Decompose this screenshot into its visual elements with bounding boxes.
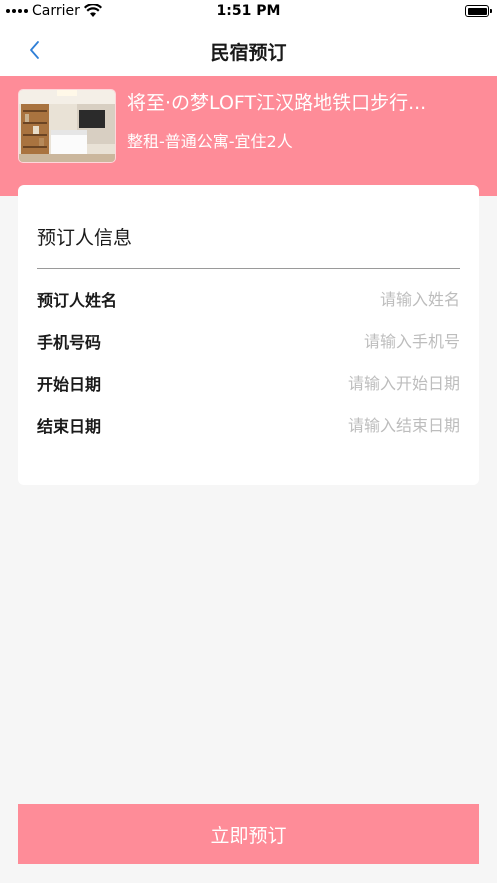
- end-date-input[interactable]: [240, 415, 460, 435]
- name-row: 预订人姓名: [37, 284, 460, 314]
- listing-title: 将至·の梦LOFT江汉路地铁口步行...: [127, 92, 427, 114]
- room-photo-image: [19, 90, 115, 162]
- phone-row: 手机号码: [37, 326, 460, 356]
- phone-input[interactable]: [240, 331, 460, 351]
- listing-thumbnail: [18, 89, 116, 163]
- start-date-row: 开始日期: [37, 368, 460, 398]
- nav-bar: 民宿预订: [0, 24, 497, 76]
- page-title: 民宿预订: [210, 42, 287, 64]
- start-date-label: 开始日期: [37, 375, 102, 394]
- book-now-button[interactable]: 立即预订: [18, 804, 479, 864]
- name-label: 预订人姓名: [37, 291, 118, 310]
- battery-icon: [465, 5, 492, 17]
- listing-subtitle: 整租-普通公寓-宜住2人: [127, 132, 293, 151]
- status-bar: Carrier 1:51 PM: [0, 0, 497, 24]
- name-input[interactable]: [240, 289, 460, 309]
- end-date-label: 结束日期: [37, 417, 102, 436]
- listing-header: 将至·の梦LOFT江汉路地铁口步行... 整租-普通公寓-宜住2人: [0, 76, 497, 196]
- phone-label: 手机号码: [37, 333, 102, 352]
- end-date-row: 结束日期: [37, 410, 460, 440]
- section-title: 预订人信息: [37, 227, 133, 249]
- booker-info-card: 预订人信息 预订人姓名 手机号码 开始日期 结束日期: [18, 185, 479, 485]
- divider: [37, 268, 460, 269]
- status-time: 1:51 PM: [216, 3, 281, 19]
- start-date-input[interactable]: [240, 373, 460, 393]
